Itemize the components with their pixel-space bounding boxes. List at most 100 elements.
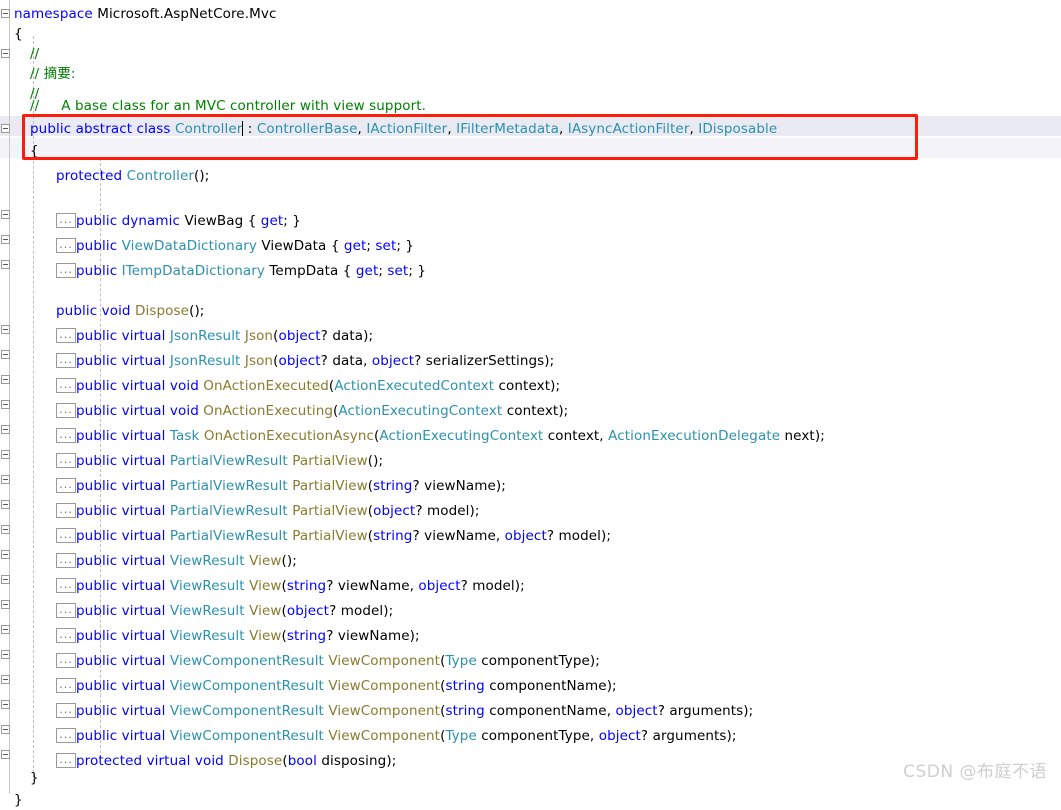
- code-line[interactable]: }: [30, 768, 39, 788]
- expand-doc-comment-icon[interactable]: ...: [56, 212, 76, 228]
- collapse-toggle-icon[interactable]: [1, 235, 10, 244]
- code-line[interactable]: ... public virtual JsonResult Json(object…: [56, 326, 373, 346]
- code-token: protected: [56, 168, 123, 184]
- expand-doc-comment-icon[interactable]: ...: [56, 502, 76, 518]
- code-token: ActionExecutingContext: [379, 428, 544, 444]
- collapse-toggle-icon[interactable]: [1, 260, 10, 269]
- collapse-toggle-icon[interactable]: [1, 124, 10, 133]
- code-token: ViewComponentResult: [169, 728, 324, 744]
- code-token: ? viewName,: [326, 578, 419, 594]
- expand-doc-comment-icon[interactable]: ...: [56, 552, 76, 568]
- code-line[interactable]: ... protected virtual void Dispose(bool d…: [56, 751, 396, 771]
- code-line[interactable]: namespace Microsoft.AspNetCore.Mvc: [14, 4, 276, 24]
- code-line[interactable]: ... public ITempDataDictionary TempData {…: [56, 261, 426, 281]
- code-line[interactable]: ... public virtual ViewResult View(object…: [56, 601, 393, 621]
- expand-doc-comment-icon[interactable]: ...: [56, 427, 76, 443]
- collapse-toggle-icon[interactable]: [1, 49, 10, 58]
- collapse-toggle-icon[interactable]: [1, 550, 10, 559]
- collapse-toggle-icon[interactable]: [1, 650, 10, 659]
- code-token: ? serializerSettings);: [414, 353, 555, 369]
- code-token: virtual: [121, 453, 166, 469]
- code-line[interactable]: ... public ViewDataDictionary ViewData { …: [56, 236, 414, 256]
- expand-doc-comment-icon[interactable]: ...: [56, 627, 76, 643]
- expand-doc-comment-icon[interactable]: ...: [56, 402, 76, 418]
- code-line[interactable]: ... public virtual ViewResult View();: [56, 551, 297, 571]
- expand-doc-comment-icon[interactable]: ...: [56, 327, 76, 343]
- expand-doc-comment-icon[interactable]: ...: [56, 727, 76, 743]
- expand-doc-comment-icon[interactable]: ...: [56, 377, 76, 393]
- code-token: context,: [543, 428, 609, 444]
- code-token: public: [76, 428, 118, 444]
- expand-doc-comment-icon[interactable]: ...: [56, 477, 76, 493]
- code-token: PartialViewResult: [169, 528, 288, 544]
- code-line[interactable]: ... public virtual void OnActionExecuted(…: [56, 376, 560, 396]
- code-line[interactable]: ... public virtual Task OnActionExecution…: [56, 426, 825, 446]
- code-token: public: [76, 478, 118, 494]
- collapse-toggle-icon[interactable]: [1, 700, 10, 709]
- expand-doc-comment-icon[interactable]: ...: [56, 602, 76, 618]
- code-line[interactable]: ... public virtual ViewComponentResult Vi…: [56, 651, 600, 671]
- collapse-toggle-icon[interactable]: [1, 375, 10, 384]
- collapse-toggle-icon[interactable]: [1, 350, 10, 359]
- expand-doc-comment-icon[interactable]: ...: [56, 237, 76, 253]
- expand-doc-comment-icon[interactable]: ...: [56, 262, 76, 278]
- code-line[interactable]: // 摘要:: [30, 64, 76, 84]
- collapse-toggle-icon[interactable]: [1, 750, 10, 759]
- collapse-toggle-icon[interactable]: [1, 9, 10, 18]
- code-token: }: [30, 770, 39, 786]
- code-line[interactable]: ... public virtual ViewComponentResult Vi…: [56, 701, 753, 721]
- code-line[interactable]: ... public virtual ViewResult View(string…: [56, 626, 420, 646]
- code-line[interactable]: }: [14, 790, 23, 810]
- code-editor-surface[interactable]: namespace Microsoft.AspNetCore.Mvc {// // …: [0, 0, 1061, 808]
- code-token: virtual: [121, 678, 166, 694]
- code-token: ViewComponent: [328, 703, 441, 719]
- expand-doc-comment-icon[interactable]: ...: [56, 652, 76, 668]
- collapse-toggle-icon[interactable]: [1, 325, 10, 334]
- code-line[interactable]: ... public dynamic ViewBag { get; }: [56, 211, 301, 231]
- expand-doc-comment-icon[interactable]: ...: [56, 452, 76, 468]
- expand-doc-comment-icon[interactable]: ...: [56, 577, 76, 593]
- code-token: componentName);: [484, 678, 617, 694]
- collapse-toggle-icon[interactable]: [1, 525, 10, 534]
- collapse-toggle-icon[interactable]: [1, 625, 10, 634]
- code-token: Controller: [126, 168, 194, 184]
- code-line[interactable]: ... public virtual void OnActionExecuting…: [56, 401, 568, 421]
- code-line[interactable]: ... public virtual PartialViewResult Part…: [56, 476, 506, 496]
- collapse-toggle-icon[interactable]: [1, 450, 10, 459]
- code-token: ActionExecutedContext: [334, 378, 495, 394]
- expand-doc-comment-icon[interactable]: ...: [56, 352, 76, 368]
- collapse-toggle-icon[interactable]: [1, 600, 10, 609]
- code-token: public: [76, 678, 118, 694]
- code-line[interactable]: {: [14, 24, 23, 44]
- code-token: public: [76, 603, 118, 619]
- collapse-toggle-icon[interactable]: [1, 725, 10, 734]
- collapse-toggle-icon[interactable]: [1, 675, 10, 684]
- expand-doc-comment-icon[interactable]: ...: [56, 677, 76, 693]
- code-token: ();: [194, 168, 210, 184]
- code-line[interactable]: ... public virtual PartialViewResult Part…: [56, 501, 480, 521]
- collapse-toggle-icon[interactable]: [1, 400, 10, 409]
- expand-doc-comment-icon[interactable]: ...: [56, 527, 76, 543]
- expand-doc-comment-icon[interactable]: ...: [56, 702, 76, 718]
- code-token: public: [76, 578, 118, 594]
- code-line[interactable]: ... public virtual JsonResult Json(object…: [56, 351, 554, 371]
- expand-doc-comment-icon[interactable]: ...: [56, 752, 76, 768]
- code-token: public: [76, 353, 118, 369]
- code-line[interactable]: ... public virtual ViewComponentResult Vi…: [56, 676, 617, 696]
- code-line[interactable]: ... public virtual ViewComponentResult Vi…: [56, 726, 737, 746]
- code-line[interactable]: //: [30, 44, 39, 64]
- collapse-toggle-icon[interactable]: [1, 425, 10, 434]
- code-line[interactable]: ... public virtual PartialViewResult Part…: [56, 451, 383, 471]
- collapse-toggle-icon[interactable]: [1, 500, 10, 509]
- code-line[interactable]: ... public virtual ViewResult View(string…: [56, 576, 525, 596]
- code-line[interactable]: // A base class for an MVC controller wi…: [30, 96, 426, 116]
- code-line[interactable]: {: [30, 141, 39, 161]
- code-line[interactable]: protected Controller();: [56, 166, 209, 186]
- code-line[interactable]: public void Dispose();: [56, 301, 204, 321]
- collapse-toggle-icon[interactable]: [1, 210, 10, 219]
- collapse-toggle-icon[interactable]: [1, 475, 10, 484]
- code-line[interactable]: public abstract class Controller : Contr…: [30, 119, 777, 139]
- code-line[interactable]: ... public virtual PartialViewResult Part…: [56, 526, 611, 546]
- collapse-toggle-icon[interactable]: [1, 575, 10, 584]
- code-token: context);: [502, 403, 569, 419]
